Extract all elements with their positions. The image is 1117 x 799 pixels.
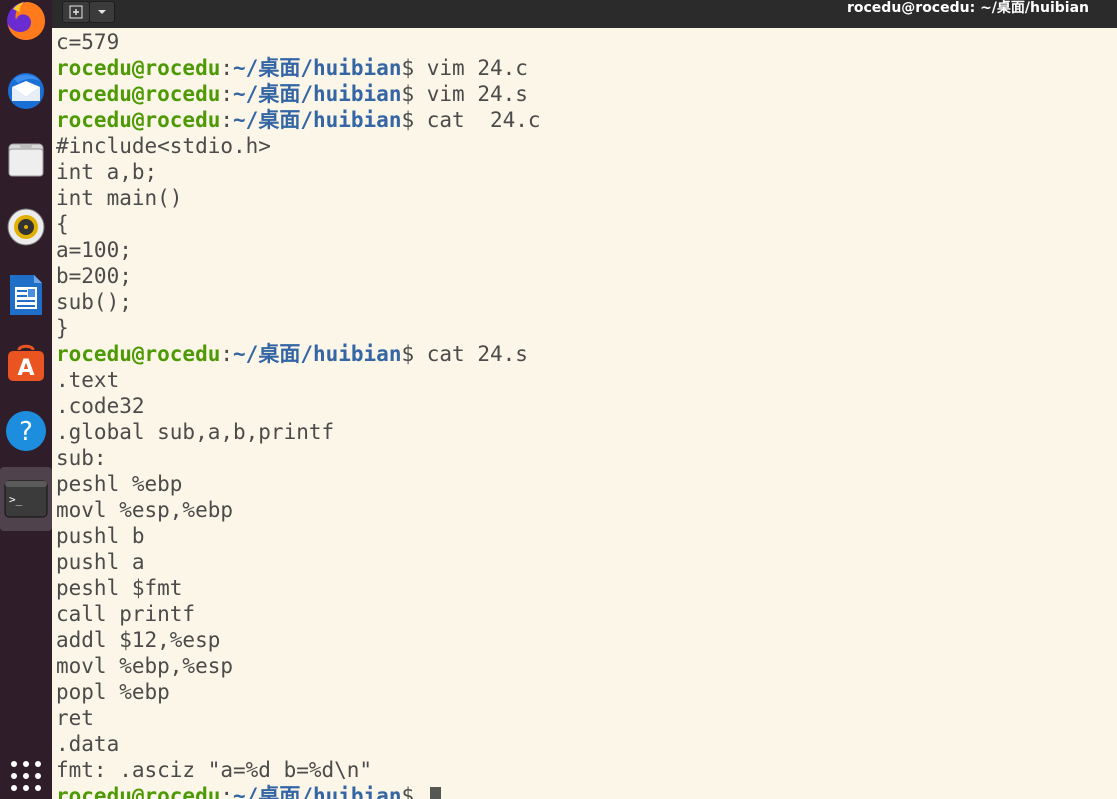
- dock-item-writer[interactable]: [0, 266, 52, 324]
- prompt-path: ~/桌面/huibian: [233, 56, 402, 80]
- command-text: vim 24.c: [426, 56, 528, 80]
- prompt-path: ~/桌面/huibian: [233, 82, 402, 106]
- prompt-colon: :: [220, 56, 234, 80]
- new-tab-icon: [69, 5, 83, 19]
- prompt-user: rocedu@rocedu: [56, 342, 221, 366]
- window-title: rocedu@rocedu: ~/桌面/huibian: [846, 0, 1089, 16]
- output-line: #include<stdio.h>: [56, 134, 271, 158]
- terminal-output: c=579 rocedu@rocedu:~/桌面/huibian$ vim 24.…: [56, 29, 541, 799]
- output-line: .text: [56, 368, 120, 392]
- tab-menu-button[interactable]: [89, 1, 115, 23]
- output-line: .data: [56, 732, 120, 756]
- prompt-colon: :: [220, 784, 234, 799]
- svg-text:>_: >_: [9, 493, 23, 506]
- output-line: popl %ebp: [56, 680, 170, 704]
- prompt-path: ~/桌面/huibian: [233, 784, 402, 799]
- prompt-colon: :: [220, 82, 234, 106]
- output-line: ret: [56, 706, 94, 730]
- prompt-symbol: $: [401, 108, 427, 132]
- firefox-icon: [7, 2, 45, 40]
- dock-item-terminal[interactable]: >_: [0, 467, 52, 531]
- prompt-symbol: $: [401, 342, 427, 366]
- prompt-path: ~/桌面/huibian: [233, 108, 402, 132]
- prompt-symbol: $: [401, 82, 427, 106]
- prompt-user: rocedu@rocedu: [56, 82, 221, 106]
- terminal-titlebar: rocedu@rocedu: ~/桌面/huibian: [52, 0, 1117, 28]
- mail-icon: [8, 73, 44, 109]
- app-grid-icon: [11, 761, 41, 791]
- prompt-user: rocedu@rocedu: [56, 108, 221, 132]
- svg-text:?: ?: [19, 417, 33, 447]
- svg-text:A: A: [17, 356, 34, 381]
- prompt-symbol: $: [401, 784, 427, 799]
- prompt-line: rocedu@rocedu:~/桌面/huibian$ cat 24.s: [56, 341, 541, 367]
- output-line: b=200;: [56, 264, 132, 288]
- output-line: pushl a: [56, 550, 145, 574]
- terminal-view[interactable]: c=579 rocedu@rocedu:~/桌面/huibian$ vim 24.…: [52, 28, 1117, 799]
- prompt-colon: :: [220, 108, 234, 132]
- output-line: c=579: [56, 30, 120, 54]
- dock-item-files[interactable]: [0, 130, 52, 188]
- terminal-icon: >_: [4, 480, 48, 518]
- command-text: cat 24.s: [426, 342, 528, 366]
- prompt-user: rocedu@rocedu: [56, 56, 221, 80]
- software-icon: A: [8, 344, 44, 381]
- text-cursor[interactable]: [429, 787, 441, 799]
- dock-item-rhythmbox[interactable]: [0, 198, 52, 256]
- command-text: vim 24.s: [426, 82, 528, 106]
- prompt-path: ~/桌面/huibian: [233, 342, 402, 366]
- dock-item-show-applications[interactable]: [0, 747, 52, 799]
- output-line: fmt: .asciz "a=%d b=%d\n": [56, 758, 373, 782]
- document-icon: [10, 275, 42, 315]
- output-line: pushl b: [56, 524, 145, 548]
- folder-icon: [8, 143, 44, 177]
- dock-item-thunderbird[interactable]: [0, 62, 52, 120]
- output-line: sub:: [56, 446, 107, 470]
- output-line: .code32: [56, 394, 145, 418]
- output-line: peshl %ebp: [56, 472, 183, 496]
- dock-item-help[interactable]: ?: [0, 402, 52, 460]
- dock: A ? >_: [0, 0, 52, 799]
- new-tab-button[interactable]: [62, 1, 90, 23]
- help-icon: ?: [6, 411, 46, 451]
- output-line: int a,b;: [56, 160, 158, 184]
- dock-item-software[interactable]: A: [0, 334, 52, 392]
- prompt-line: rocedu@rocedu:~/桌面/huibian$ vim 24.c: [56, 55, 541, 81]
- output-line: movl %ebp,%esp: [56, 654, 234, 678]
- chevron-down-icon: [98, 10, 106, 14]
- command-text: cat 24.c: [426, 108, 541, 132]
- output-line: }: [56, 316, 69, 340]
- music-icon: [7, 208, 45, 246]
- output-line: addl $12,%esp: [56, 628, 221, 652]
- output-line: peshl $fmt: [56, 576, 183, 600]
- prompt-line: rocedu@rocedu:~/桌面/huibian$: [56, 783, 541, 799]
- prompt-line: rocedu@rocedu:~/桌面/huibian$ cat 24.c: [56, 107, 541, 133]
- output-line: int main(): [56, 186, 183, 210]
- prompt-user: rocedu@rocedu: [56, 784, 221, 799]
- prompt-line: rocedu@rocedu:~/桌面/huibian$ vim 24.s: [56, 81, 541, 107]
- output-line: {: [56, 212, 69, 236]
- dock-item-firefox[interactable]: [0, 0, 52, 50]
- output-line: movl %esp,%ebp: [56, 498, 234, 522]
- output-line: a=100;: [56, 238, 132, 262]
- prompt-colon: :: [220, 342, 234, 366]
- prompt-symbol: $: [401, 56, 427, 80]
- output-line: .global sub,a,b,printf: [56, 420, 335, 444]
- output-line: sub();: [56, 290, 132, 314]
- output-line: call printf: [56, 602, 196, 626]
